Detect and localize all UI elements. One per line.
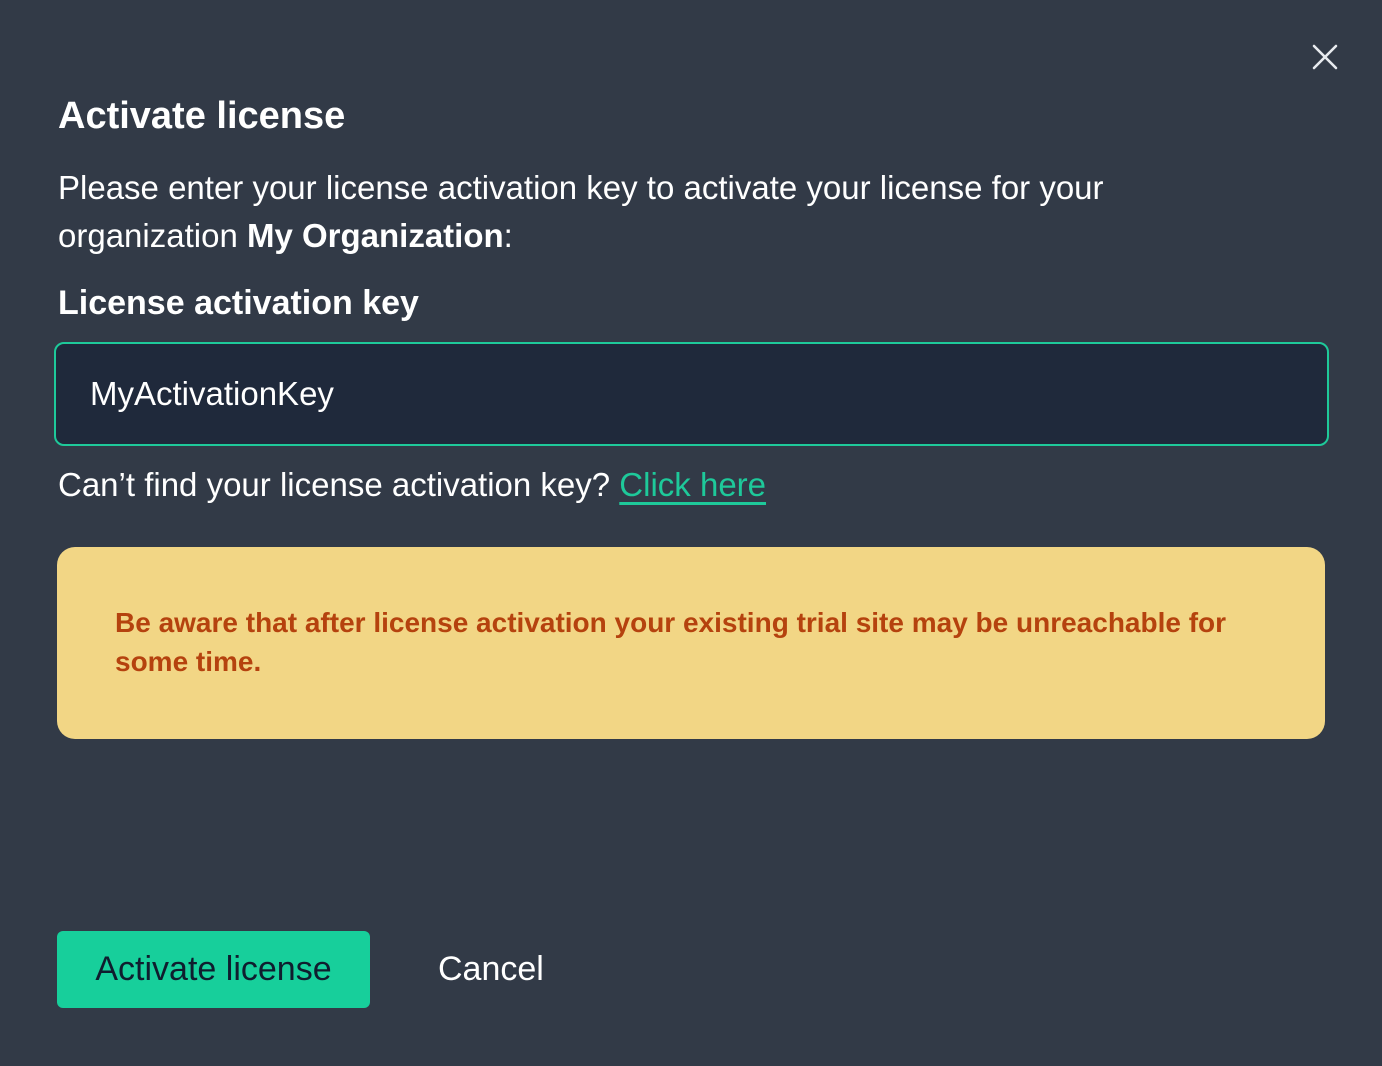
close-icon (1312, 44, 1338, 70)
cancel-button[interactable]: Cancel (420, 931, 562, 1008)
help-line: Can’t find your license activation key? … (58, 462, 766, 508)
intro-text: Please enter your license activation key… (58, 164, 1258, 260)
click-here-link[interactable]: Click here (619, 466, 766, 503)
organization-name: My Organization (246, 217, 504, 254)
license-key-input[interactable] (54, 342, 1329, 446)
intro-text-body: Please enter your license activation key… (58, 169, 1104, 254)
dialog-title: Activate license (58, 95, 346, 137)
close-button[interactable] (1306, 38, 1344, 76)
activate-license-button[interactable]: Activate license (57, 931, 370, 1008)
intro-text-suffix: : (503, 217, 513, 254)
activate-license-dialog: Activate license Please enter your licen… (0, 0, 1382, 1066)
warning-banner: Be aware that after license activation y… (57, 547, 1325, 739)
help-text: Can’t find your license activation key? (58, 466, 620, 503)
license-key-label: License activation key (58, 284, 419, 322)
warning-text: Be aware that after license activation y… (115, 607, 1227, 677)
